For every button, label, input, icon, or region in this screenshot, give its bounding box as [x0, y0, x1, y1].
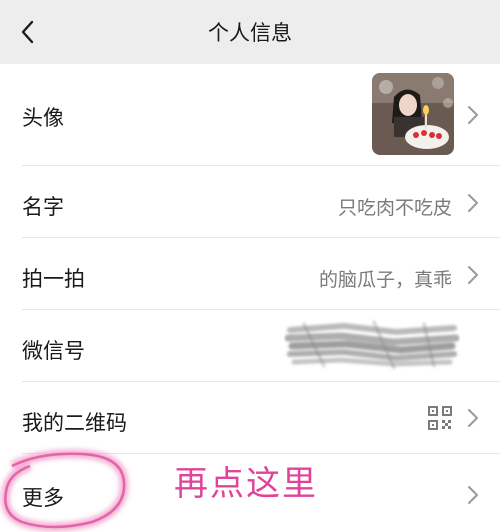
chevron-right-icon [468, 409, 478, 427]
avatar-label: 头像 [22, 106, 64, 130]
annotation-text: 再点这里 [174, 464, 318, 504]
chevron-right-icon [468, 194, 478, 212]
chevron-right-icon [468, 266, 478, 284]
qr-code-icon [428, 406, 452, 430]
wechat-id-label: 微信号 [22, 339, 85, 363]
qr-code-label: 我的二维码 [22, 411, 127, 435]
chevron-right-icon [468, 486, 478, 504]
more-label: 更多 [22, 486, 64, 510]
pat-label: 拍一拍 [22, 267, 85, 291]
avatar [372, 73, 454, 155]
qr-code-row[interactable]: 我的二维码 [0, 382, 500, 454]
wechat-id-row[interactable]: 微信号 [0, 310, 500, 382]
chevron-right-icon [468, 106, 478, 124]
page-title: 个人信息 [208, 21, 292, 45]
name-label: 名字 [22, 195, 64, 219]
pat-value: 的脑瓜子，真乖 [318, 269, 452, 291]
redacted-scribble [284, 320, 460, 370]
pat-row[interactable]: 拍一拍 的脑瓜子，真乖 [0, 238, 500, 310]
name-row[interactable]: 名字 只吃肉不吃皮 [0, 166, 500, 238]
name-value: 只吃肉不吃皮 [337, 197, 452, 219]
navigation-bar: 个人信息 [0, 0, 500, 64]
avatar-row[interactable]: 头像 [0, 64, 500, 166]
